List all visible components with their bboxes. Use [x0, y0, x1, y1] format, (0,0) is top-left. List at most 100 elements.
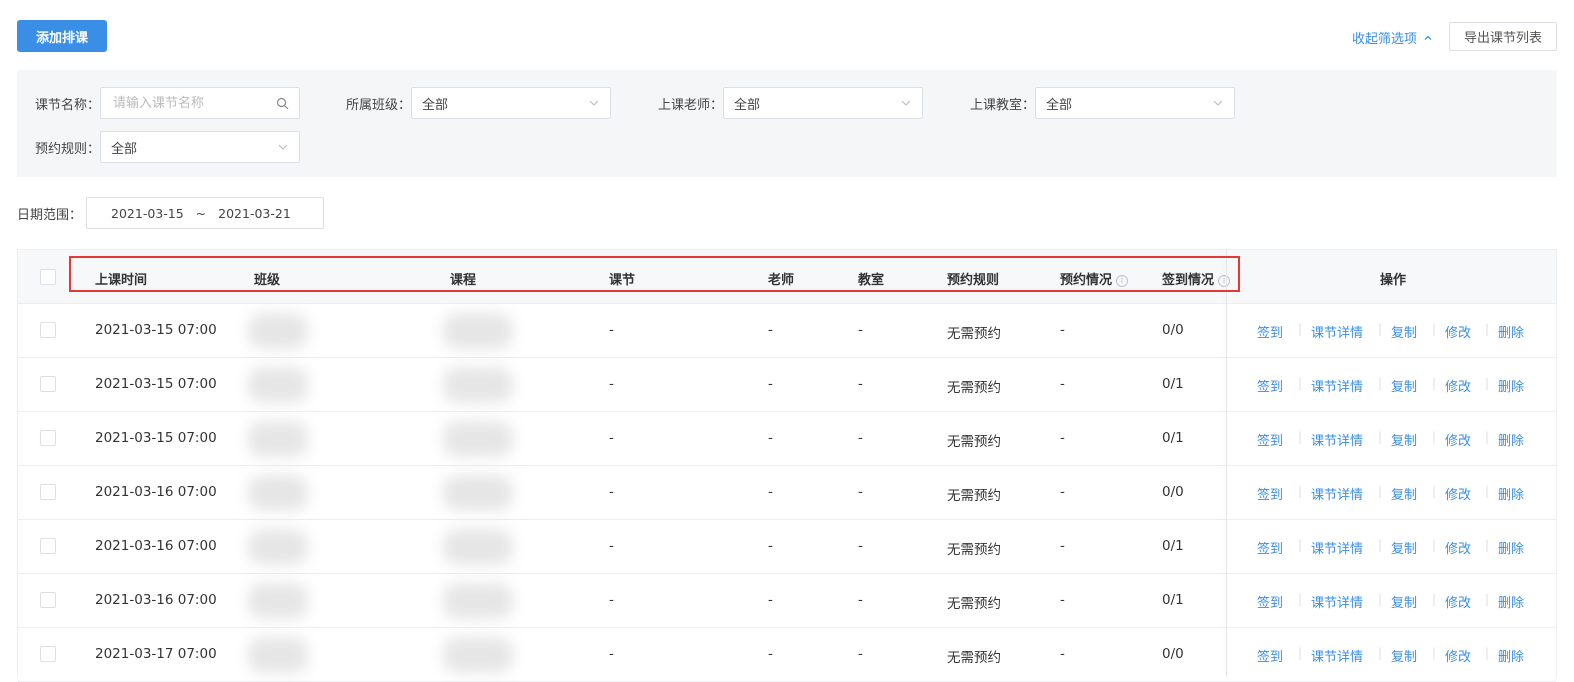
- signin-link[interactable]: 签到: [1257, 646, 1283, 665]
- action-separator: |: [1432, 538, 1437, 552]
- action-separator: |: [1432, 322, 1437, 336]
- signin-link[interactable]: 签到: [1257, 322, 1283, 341]
- copy-link[interactable]: 复制: [1391, 376, 1417, 395]
- row-checkbox[interactable]: [40, 592, 56, 608]
- class-select[interactable]: 全部: [411, 87, 612, 119]
- lessons-table: 上课时间 班级 课程 课节 老师 教室 预约规则 预约情况 i 签到情况 i 操作 …: [17, 249, 1557, 682]
- booking-rule-select[interactable]: 全部: [100, 131, 301, 163]
- action-separator: |: [1298, 430, 1303, 444]
- classroom-select[interactable]: 全部: [1035, 87, 1236, 119]
- edit-link[interactable]: 修改: [1445, 430, 1471, 449]
- cell-classroom: -: [858, 376, 863, 392]
- row-checkbox[interactable]: [40, 484, 56, 500]
- chevron-down-icon: [277, 141, 289, 153]
- select-all-checkbox[interactable]: [40, 269, 56, 285]
- lesson-detail-link[interactable]: 课节详情: [1311, 430, 1363, 449]
- edit-link[interactable]: 修改: [1445, 322, 1471, 341]
- cell-lesson: -: [609, 646, 614, 662]
- cell-time: 2021-03-16 07:00: [95, 592, 217, 608]
- table-row: 2021-03-15 07:00 - - - 无需预约 - 0/1 签到 课节详情 复制 修改 删除 |…: [18, 358, 1556, 412]
- delete-link[interactable]: 删除: [1498, 322, 1524, 341]
- signin-link[interactable]: 签到: [1257, 538, 1283, 557]
- action-separator: |: [1298, 538, 1303, 552]
- row-checkbox[interactable]: [40, 376, 56, 392]
- search-icon[interactable]: [276, 97, 289, 110]
- lesson-detail-link[interactable]: 课节详情: [1311, 376, 1363, 395]
- action-separator: |: [1432, 484, 1437, 498]
- row-checkbox[interactable]: [40, 322, 56, 338]
- filter-panel: 课节名称： 所属班级： 全部 上课老师： 全部 上课教室： 全部: [17, 70, 1557, 177]
- cell-lesson: -: [609, 322, 614, 338]
- cell-booking-rule: 无需预约: [947, 326, 1001, 342]
- cell-booking-status: -: [1060, 484, 1065, 500]
- booking-rule-select-value: 全部: [111, 141, 138, 157]
- cell-class-redacted: [248, 637, 308, 673]
- class-select-value: 全部: [422, 97, 449, 113]
- row-checkbox[interactable]: [40, 538, 56, 554]
- lesson-detail-link[interactable]: 课节详情: [1311, 484, 1363, 503]
- lesson-detail-link[interactable]: 课节详情: [1311, 592, 1363, 611]
- cell-time: 2021-03-15 07:00: [95, 430, 217, 446]
- row-checkbox[interactable]: [40, 646, 56, 662]
- date-range-end[interactable]: 2021-03-21: [218, 206, 291, 221]
- signin-link[interactable]: 签到: [1257, 484, 1283, 503]
- teacher-select[interactable]: 全部: [723, 87, 924, 119]
- cell-teacher: -: [768, 484, 773, 500]
- date-range-start[interactable]: 2021-03-15: [111, 206, 184, 221]
- edit-link[interactable]: 修改: [1445, 592, 1471, 611]
- copy-link[interactable]: 复制: [1391, 538, 1417, 557]
- delete-link[interactable]: 删除: [1498, 430, 1524, 449]
- delete-link[interactable]: 删除: [1498, 376, 1524, 395]
- add-schedule-button[interactable]: 添加排课: [17, 20, 107, 52]
- date-range-picker[interactable]: 2021-03-15 ~ 2021-03-21: [86, 197, 325, 229]
- action-separator: |: [1298, 376, 1303, 390]
- date-range-label: 日期范围：: [17, 207, 83, 223]
- lesson-name-input-box[interactable]: [100, 87, 301, 119]
- action-separator: |: [1485, 322, 1490, 336]
- collapse-filters-link[interactable]: 收起筛选项: [1352, 28, 1433, 47]
- edit-link[interactable]: 修改: [1445, 646, 1471, 665]
- cell-time: 2021-03-15 07:00: [95, 322, 217, 338]
- table-row: 2021-03-16 07:00 - - - 无需预约 - 0/1 签到 课节详情 复制 修改 删除 |…: [18, 520, 1556, 574]
- lesson-detail-link[interactable]: 课节详情: [1311, 322, 1363, 341]
- cell-time: 2021-03-16 07:00: [95, 484, 217, 500]
- cell-booking-rule: 无需预约: [947, 380, 1001, 396]
- cell-teacher: -: [768, 430, 773, 446]
- edit-link[interactable]: 修改: [1445, 538, 1471, 557]
- action-separator: |: [1378, 322, 1383, 336]
- cell-course-redacted: [443, 475, 513, 511]
- copy-link[interactable]: 复制: [1391, 430, 1417, 449]
- action-separator: |: [1432, 376, 1437, 390]
- signin-link[interactable]: 签到: [1257, 430, 1283, 449]
- action-separator: |: [1378, 430, 1383, 444]
- lesson-detail-link[interactable]: 课节详情: [1311, 538, 1363, 557]
- cell-classroom: -: [858, 646, 863, 662]
- lesson-name-input[interactable]: [111, 94, 262, 112]
- table-row: 2021-03-16 07:00 - - - 无需预约 - 0/0 签到 课节详情 复制 修改 删除 |…: [18, 466, 1556, 520]
- signin-link[interactable]: 签到: [1257, 376, 1283, 395]
- copy-link[interactable]: 复制: [1391, 484, 1417, 503]
- edit-link[interactable]: 修改: [1445, 484, 1471, 503]
- cell-teacher: -: [768, 538, 773, 554]
- copy-link[interactable]: 复制: [1391, 646, 1417, 665]
- delete-link[interactable]: 删除: [1498, 646, 1524, 665]
- delete-link[interactable]: 删除: [1498, 592, 1524, 611]
- cell-classroom: -: [858, 484, 863, 500]
- copy-link[interactable]: 复制: [1391, 592, 1417, 611]
- export-lessons-button[interactable]: 导出课节列表: [1449, 22, 1557, 51]
- action-separator: |: [1378, 484, 1383, 498]
- chevron-up-icon: [1423, 33, 1433, 43]
- signin-link[interactable]: 签到: [1257, 592, 1283, 611]
- lesson-detail-link[interactable]: 课节详情: [1311, 646, 1363, 665]
- chevron-down-icon: [1212, 97, 1224, 109]
- cell-booking-rule: 无需预约: [947, 542, 1001, 558]
- edit-link[interactable]: 修改: [1445, 376, 1471, 395]
- row-checkbox[interactable]: [40, 430, 56, 446]
- delete-link[interactable]: 删除: [1498, 484, 1524, 503]
- header-ops: 操作: [1380, 273, 1407, 288]
- cell-signin: 0/1: [1162, 430, 1184, 446]
- copy-link[interactable]: 复制: [1391, 322, 1417, 341]
- action-separator: |: [1378, 592, 1383, 606]
- delete-link[interactable]: 删除: [1498, 538, 1524, 557]
- action-separator: |: [1378, 646, 1383, 660]
